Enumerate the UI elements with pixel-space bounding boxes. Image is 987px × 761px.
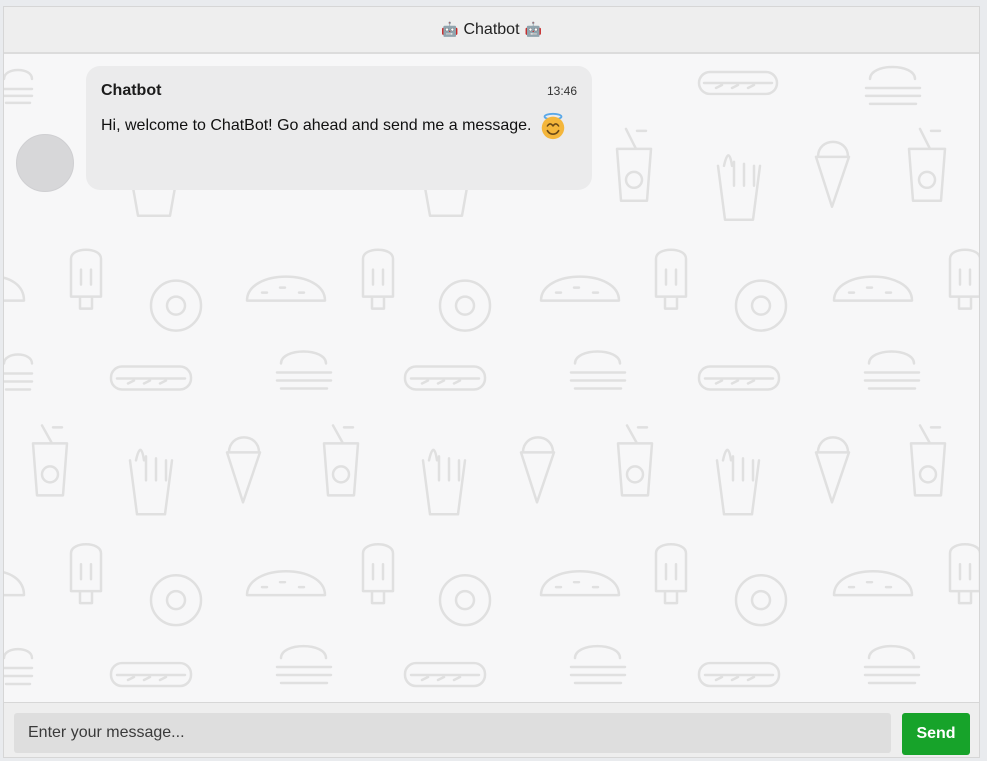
hotdog-icon [109,661,193,688]
message-time: 13:46 [546,84,577,98]
ice-cream-icon [519,436,556,504]
message-text-content: Hi, welcome to ChatBot! Go ahead and sen… [101,117,532,134]
taco-icon [245,275,327,302]
popsicle-icon [69,543,103,605]
avatar [16,134,74,192]
robot-icon: 🤖 [524,21,542,37]
burger-icon [863,644,921,685]
chat-header: 🤖 Chatbot 🤖 [4,7,979,54]
hotdog-icon [697,365,781,391]
taco-icon [4,276,26,302]
cup-icon [616,424,654,497]
popsicle-icon [654,248,688,310]
hotdog-icon [109,365,193,391]
smiling-face-with-halo-icon [542,112,565,139]
taco-icon [832,275,914,302]
robot-icon: 🤖 [441,21,459,37]
fries-icon [421,448,467,516]
popsicle-icon [361,543,395,605]
message-header: Chatbot 13:46 [101,82,577,100]
burger-icon [569,350,627,390]
chat-messages-area[interactable]: Chatbot 13:46 Hi, welcome to ChatBot! Go… [4,54,979,703]
donut-icon [438,279,492,332]
burger-icon [275,350,333,390]
fries-icon [715,448,761,516]
message-row: Chatbot 13:46 Hi, welcome to ChatBot! Go… [16,66,592,192]
taco-icon [245,569,327,597]
popsicle-icon [948,248,979,310]
cup-icon [909,424,947,497]
burger-icon [4,647,34,686]
cup-icon [907,127,947,203]
popsicle-icon [69,248,103,310]
donut-icon [438,573,492,627]
ice-cream-icon [225,436,262,504]
message-text: Hi, welcome to ChatBot! Go ahead and sen… [101,109,577,142]
hotdog-icon [697,70,779,96]
hotdog-icon [697,661,781,688]
burger-icon [569,644,627,685]
donut-icon [149,573,203,627]
taco-icon [4,571,26,597]
send-button[interactable]: Send [902,713,970,755]
message-composer: Send [4,702,979,757]
burger-icon [4,353,34,391]
ice-cream-icon [814,436,851,504]
donut-icon [149,279,203,332]
chat-title: Chatbot [463,20,520,38]
hotdog-icon [403,365,487,391]
popsicle-icon [948,543,979,605]
fries-icon [716,154,762,221]
burger-icon [863,350,921,390]
taco-icon [539,275,621,302]
cup-icon [615,127,653,203]
message-input[interactable] [14,713,891,753]
donut-icon [734,573,788,627]
taco-icon [539,569,621,597]
hotdog-icon [403,661,487,688]
popsicle-icon [361,248,395,310]
donut-icon [734,279,788,332]
taco-icon [832,569,914,597]
ice-cream-icon [814,140,851,209]
cup-icon [31,424,69,497]
cup-icon [322,424,360,497]
chat-window: 🤖 Chatbot 🤖 Chatbot 13:46 Hi, welcome to… [3,6,980,758]
fries-icon [128,448,174,516]
burger-icon [275,644,333,685]
burger-icon [864,65,922,106]
popsicle-icon [654,543,688,605]
message-bubble: Chatbot 13:46 Hi, welcome to ChatBot! Go… [86,66,592,190]
message-sender: Chatbot [101,82,162,99]
